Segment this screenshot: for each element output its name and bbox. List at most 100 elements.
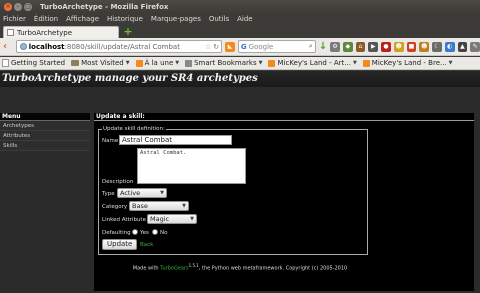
- close-window-button[interactable]: ×: [4, 2, 12, 11]
- page-icon: [2, 59, 9, 67]
- category-label: Category: [102, 204, 128, 210]
- sidebar-heading: Menu: [0, 113, 90, 121]
- sidebar-menu: Menu Archetypes Attributes Skills: [0, 113, 90, 233]
- category-select[interactable]: Base ▼: [129, 201, 189, 211]
- new-tab-button[interactable]: +: [122, 25, 134, 38]
- menu-historique[interactable]: Historique: [107, 15, 143, 23]
- chevron-down-icon: ▼: [190, 216, 194, 222]
- bookmark-a-la-une[interactable]: À la une ▼: [135, 59, 180, 67]
- reload-icon[interactable]: ↻: [213, 43, 219, 51]
- rss-icon: [135, 59, 143, 67]
- plus-icon: +: [123, 25, 133, 38]
- menu-bar: Fichier Édition Affichage Historique Mar…: [0, 13, 480, 25]
- menu-affichage[interactable]: Affichage: [66, 15, 99, 23]
- back-button[interactable]: ‹: [3, 41, 13, 52]
- addon-icon[interactable]: ◐: [444, 41, 455, 52]
- chevron-down-icon: ▼: [125, 60, 130, 66]
- search-placeholder: Google: [248, 42, 274, 51]
- globe-icon: [19, 43, 27, 50]
- bookmark-mickeys-land-art[interactable]: MicKey's Land - Art... ▼: [268, 59, 357, 67]
- window-controls: × – □: [4, 2, 32, 11]
- type-label: Type: [102, 191, 115, 197]
- name-field[interactable]: Astral Combat: [119, 135, 232, 145]
- navigation-toolbar: ‹ localhost:8080/skill/update/Astral Com…: [0, 38, 480, 56]
- web-page: TurboArchetype manage your SR4 archetype…: [0, 71, 480, 293]
- update-button[interactable]: Update: [102, 239, 138, 250]
- minimize-window-button[interactable]: –: [14, 2, 22, 11]
- bookmark-smart-bookmarks[interactable]: Smart Bookmarks ▼: [185, 59, 262, 67]
- type-select-value: Active: [120, 189, 141, 197]
- bookmark-label: À la une: [144, 59, 174, 67]
- chevron-down-icon: ▼: [448, 60, 453, 66]
- page-spacer: [0, 87, 480, 113]
- back-link[interactable]: Back: [140, 242, 153, 248]
- chevron-down-icon: ▼: [175, 60, 180, 66]
- bookmark-mickeys-land-bre[interactable]: MicKey's Land - Bre... ▼: [362, 59, 453, 67]
- category-select-value: Base: [132, 202, 148, 210]
- rss-icon: [362, 59, 370, 67]
- url-bar[interactable]: localhost:8080/skill/update/Astral Comba…: [15, 40, 223, 53]
- bars-icon: [185, 59, 193, 67]
- linked-attribute-label: Linked Attribute: [102, 217, 146, 223]
- sidebar-item-archetypes[interactable]: Archetypes: [0, 121, 90, 131]
- sidebar-item-attributes[interactable]: Attributes: [0, 131, 90, 141]
- url-path: :8080/skill/update/Astral Combat: [64, 42, 180, 51]
- page-footer: Made with TurboGears1.5.1, the Python we…: [0, 263, 480, 272]
- search-input[interactable]: G Google ⌕: [237, 40, 316, 53]
- page-icon: [7, 29, 14, 36]
- form-legend: Update skill definition:: [102, 126, 166, 133]
- defaulting-no-radio[interactable]: [152, 229, 158, 235]
- bookmarks-toolbar: Getting Started Most Visited ▼ À la une …: [0, 57, 480, 70]
- magnifier-icon[interactable]: ⌕: [309, 42, 313, 51]
- tab-bar: TurboArchetype +: [0, 25, 480, 38]
- page-title: Update a skill:: [94, 113, 474, 121]
- addon-icon[interactable]: ●: [381, 41, 391, 52]
- addon-icon[interactable]: ■: [406, 41, 417, 52]
- menu-aide[interactable]: Aide: [237, 15, 252, 23]
- menu-fichier[interactable]: Fichier: [3, 15, 26, 23]
- tab-turboarchetype[interactable]: TurboArchetype: [3, 26, 119, 38]
- chevron-down-icon: ▼: [352, 60, 357, 66]
- site-banner: TurboArchetype manage your SR4 archetype…: [0, 71, 480, 87]
- addon-icon[interactable]: ⚙: [330, 41, 340, 52]
- description-textarea[interactable]: Astral Combat.: [137, 148, 246, 184]
- chevron-down-icon: ▼: [160, 190, 164, 196]
- google-icon: G: [240, 42, 247, 51]
- bookmark-label: Most Visited: [81, 59, 124, 67]
- sidebar-item-skills[interactable]: Skills: [0, 141, 90, 151]
- defaulting-yes-radio[interactable]: [132, 229, 138, 235]
- addon-icon[interactable]: ☻: [419, 41, 430, 52]
- rss-icon: [268, 59, 276, 67]
- defaulting-yes-label: Yes: [140, 230, 149, 236]
- footer-prefix: Made with: [132, 265, 159, 272]
- rss-icon[interactable]: ◣: [225, 41, 235, 52]
- addon-icon[interactable]: ☾: [432, 41, 442, 52]
- addon-icon[interactable]: ✎: [470, 41, 480, 52]
- bookmark-most-visited[interactable]: Most Visited ▼: [71, 59, 130, 67]
- bookmark-label: Smart Bookmarks: [194, 59, 257, 67]
- footer-suffix: , the Python web metaframework. Copyrigh…: [198, 265, 348, 272]
- menu-outils[interactable]: Outils: [209, 15, 229, 23]
- bookmark-label: Getting Started: [11, 59, 66, 67]
- bookmark-star-icon[interactable]: ☆: [205, 43, 211, 51]
- tab-title: TurboArchetype: [17, 28, 72, 37]
- menu-edition[interactable]: Édition: [34, 15, 58, 23]
- addon-icon[interactable]: ▲: [457, 41, 468, 52]
- linked-attribute-select[interactable]: Magic ▼: [147, 214, 197, 224]
- description-label: Description: [102, 179, 134, 185]
- chevron-down-icon: ▼: [258, 60, 263, 66]
- addon-icon[interactable]: ◆: [342, 41, 353, 52]
- maximize-window-button[interactable]: □: [24, 2, 32, 11]
- home-icon[interactable]: ⌂: [355, 41, 366, 52]
- download-arrow-icon[interactable]: ↓: [319, 41, 327, 52]
- skill-form: Update skill definition: Name Astral Com…: [98, 126, 368, 255]
- bookmark-label: MicKey's Land - Bre...: [371, 59, 447, 67]
- turbogears-link[interactable]: TurboGears: [160, 266, 188, 272]
- addon-icon[interactable]: ▶: [368, 41, 379, 52]
- addon-icon[interactable]: ☻: [393, 41, 404, 52]
- menu-marque-pages[interactable]: Marque-pages: [151, 15, 201, 23]
- window-title: TurboArchetype - Mozilla Firefox: [40, 2, 169, 11]
- bookmark-getting-started[interactable]: Getting Started: [2, 59, 65, 67]
- type-select[interactable]: Active ▼: [117, 188, 167, 198]
- chevron-down-icon: ▼: [182, 203, 186, 209]
